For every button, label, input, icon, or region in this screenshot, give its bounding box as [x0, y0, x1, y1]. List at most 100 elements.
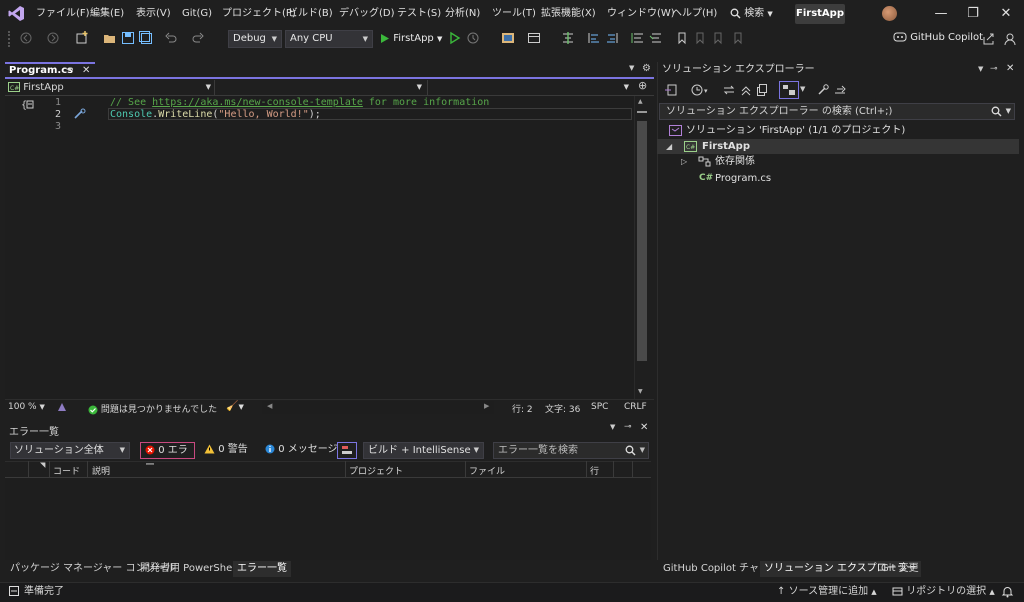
feedback-icon[interactable] — [1002, 31, 1018, 47]
column-separator[interactable] — [49, 461, 50, 478]
project-scope-dropdown[interactable]: C# FirstApp ▼ — [8, 80, 214, 95]
show-all-files-icon[interactable] — [755, 83, 769, 97]
menu-tools[interactable]: ツール(T) — [488, 0, 540, 27]
preview-selected-icon[interactable] — [833, 83, 847, 97]
collapsed-chevron-icon[interactable]: ▷ — [681, 154, 687, 169]
menu-debug[interactable]: デバッグ(D) — [335, 0, 399, 27]
menu-extensions[interactable]: 拡張機能(X) — [537, 0, 600, 27]
pin-icon[interactable]: ⊸ — [66, 64, 74, 77]
editor-horizontal-scrollbar[interactable] — [262, 401, 494, 414]
platform-dropdown[interactable]: Any CPU ▼ — [285, 30, 373, 48]
error-source-dropdown[interactable]: ビルド + IntelliSense ▼ — [363, 442, 484, 459]
column-separator[interactable] — [586, 461, 587, 478]
line-ending-indicator[interactable]: CRLF — [624, 402, 647, 412]
format-icon[interactable] — [560, 30, 576, 46]
visual-studio-logo-icon[interactable] — [8, 5, 25, 22]
menu-test[interactable]: テスト(S) — [393, 0, 445, 27]
solution-explorer-search-input[interactable]: ソリューション エクスプローラー の検索 (Ctrl+;) ▼ — [659, 103, 1015, 120]
pin-icon[interactable]: ⊸ — [990, 64, 998, 74]
error-scope-dropdown[interactable]: ソリューション全体 ▼ — [10, 442, 130, 459]
split-editor-icon[interactable]: ⊕ — [638, 79, 647, 92]
pending-changes-icon[interactable]: ▾ — [691, 83, 711, 97]
code-editor[interactable] — [5, 96, 650, 399]
switch-views-icon[interactable] — [664, 83, 678, 97]
tab-program-cs[interactable]: Program.cs ⊸ ✕ — [5, 62, 95, 78]
issues-indicator[interactable]: 問題は見つかりませんでした — [88, 402, 217, 415]
uncomment-icon[interactable] — [648, 30, 664, 46]
sync-icon[interactable] — [722, 83, 736, 97]
line-indicator[interactable]: 行: 2 — [512, 402, 533, 415]
quick-actions-icon[interactable] — [73, 108, 87, 120]
window-options-icon[interactable]: ▼ — [610, 423, 615, 431]
save-icon[interactable] — [120, 30, 136, 46]
save-all-icon[interactable] — [138, 30, 154, 46]
add-to-source-control-button[interactable]: ↑ ソース管理に追加 ▲ — [777, 582, 877, 602]
tab-git-changes[interactable]: Git 変更 — [877, 561, 923, 577]
menu-view[interactable]: 表示(V) — [132, 0, 175, 27]
redo-icon[interactable] — [190, 30, 206, 46]
messages-filter-button[interactable]: 0 メッセージ — [265, 442, 338, 459]
column-separator[interactable] — [345, 461, 346, 478]
column-indicator[interactable]: 文字: 36 — [545, 402, 580, 415]
browser-link-icon[interactable] — [500, 30, 516, 46]
align-left-icon[interactable] — [586, 30, 602, 46]
column-project[interactable]: プロジェクト — [349, 464, 403, 477]
restore-button[interactable]: ❐ — [957, 0, 989, 27]
column-separator[interactable] — [28, 461, 29, 478]
menu-edit[interactable]: 編集(E) — [86, 0, 128, 27]
tab-developer-powershell[interactable]: 開発者用 PowerShell — [136, 561, 242, 577]
avatar[interactable] — [882, 6, 897, 21]
whitespace-indicator[interactable]: SPC — [591, 402, 608, 412]
zoom-dropdown[interactable]: 100 % ▼ — [8, 402, 45, 412]
menu-git[interactable]: Git(G) — [178, 0, 216, 27]
errors-filter-button[interactable]: 0 エラー — [140, 442, 195, 471]
collapse-all-icon[interactable] — [739, 83, 753, 97]
preview-toggle-button[interactable] — [779, 81, 799, 99]
bookmark-prev-icon[interactable] — [692, 30, 708, 46]
pin-icon[interactable]: ⊸ — [624, 422, 632, 432]
scroll-left-icon[interactable]: ◀ — [267, 402, 272, 410]
comment-out-icon[interactable] — [630, 30, 646, 46]
close-icon[interactable]: ✕ — [1006, 63, 1014, 74]
tree-item-project[interactable]: ◢ C# FirstApp — [657, 139, 1019, 154]
type-scope-dropdown[interactable]: ▼ — [216, 80, 426, 95]
menu-file[interactable]: ファイル(F) — [32, 0, 94, 27]
bookmark-clear-icon[interactable] — [730, 30, 746, 46]
tree-item-dependencies[interactable]: ▷ 依存関係 — [657, 154, 1019, 169]
code-cleanup-icon[interactable]: 🧹▼ — [226, 401, 244, 412]
column-line[interactable]: 行 — [590, 464, 599, 477]
column-separator[interactable] — [613, 461, 614, 478]
scroll-up-icon[interactable]: ▲ — [638, 98, 643, 105]
gear-icon[interactable]: ⚙ — [642, 63, 651, 74]
scrollbar-thumb[interactable] — [637, 121, 647, 361]
select-repository-button[interactable]: リポジトリの選択 ▲ — [892, 582, 995, 602]
expanded-chevron-icon[interactable]: ◢ — [666, 139, 672, 154]
configuration-dropdown[interactable]: Debug ▼ — [228, 30, 282, 48]
scroll-right-icon[interactable]: ▶ — [484, 402, 489, 410]
column-file[interactable]: ファイル — [469, 464, 505, 477]
close-icon[interactable]: ✕ — [640, 422, 648, 433]
layout-icon[interactable] — [526, 30, 542, 46]
open-folder-icon[interactable] — [102, 30, 118, 46]
column-code[interactable]: コード — [53, 464, 80, 477]
code-lens-icon[interactable]: { — [21, 98, 35, 111]
menu-analyze[interactable]: 分析(N) — [441, 0, 484, 27]
column-separator[interactable] — [632, 461, 633, 478]
github-copilot-button[interactable]: GitHub Copilot — [893, 31, 983, 43]
start-debugging-button[interactable]: FirstApp ▼ — [380, 31, 442, 47]
scroll-down-icon[interactable]: ▼ — [638, 388, 643, 395]
properties-icon[interactable] — [816, 83, 830, 97]
start-without-debugging-icon[interactable] — [447, 30, 463, 46]
copilot-status-icon[interactable] — [56, 401, 68, 413]
bookmark-next-icon[interactable] — [710, 30, 726, 46]
forward-navigate-icon[interactable] — [45, 30, 61, 46]
error-list-search-input[interactable]: エラー一覧を検索 ▼ — [493, 442, 649, 459]
minimize-button[interactable]: — — [925, 0, 957, 27]
error-list-body[interactable] — [5, 478, 651, 560]
tree-item-program-cs[interactable]: C# Program.cs — [657, 171, 1019, 186]
window-options-icon[interactable]: ▼ — [978, 65, 983, 73]
column-description[interactable]: 説明 — [92, 464, 110, 477]
comment-link[interactable]: https://aka.ms/new-console-template — [152, 97, 363, 108]
menu-build[interactable]: ビルド(B) — [284, 0, 337, 27]
toolbar-grip[interactable] — [8, 31, 10, 47]
